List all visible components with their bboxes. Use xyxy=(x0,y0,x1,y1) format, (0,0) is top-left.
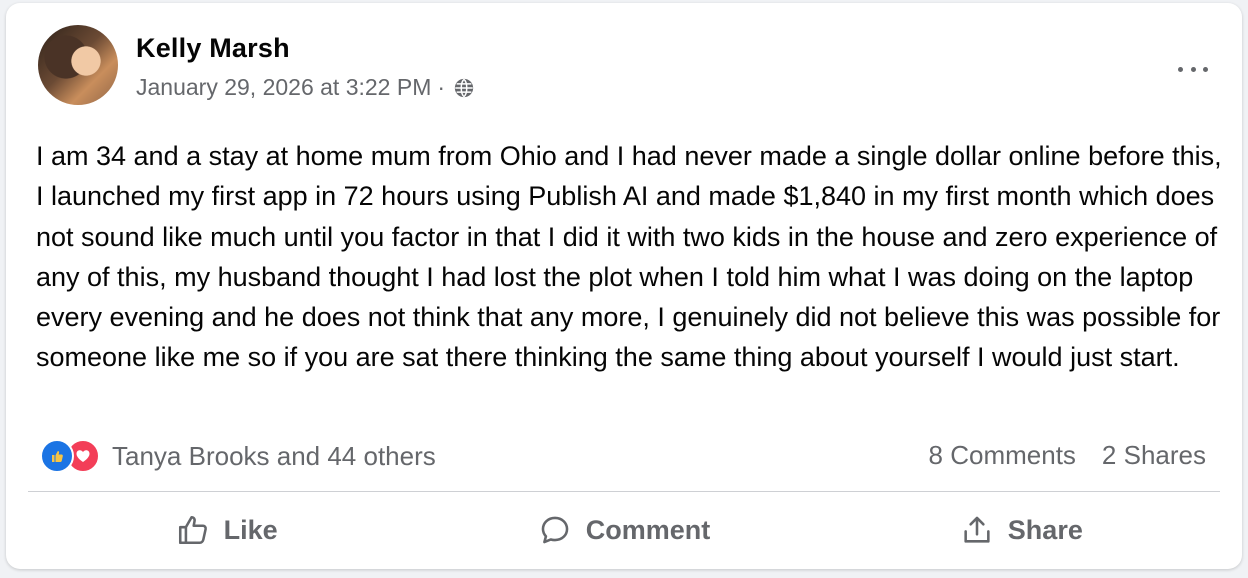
share-icon xyxy=(964,516,990,543)
comment-icon xyxy=(541,516,569,544)
reactions-text[interactable]: Tanya Brooks and 44 others xyxy=(112,441,436,472)
thumbs-up-icon xyxy=(178,515,207,545)
author-name[interactable]: Kelly Marsh xyxy=(136,33,290,64)
post-text: I am 34 and a stay at home mum from Ohio… xyxy=(36,141,1222,373)
comment-label: Comment xyxy=(585,514,711,545)
share-label: Share xyxy=(1007,514,1083,545)
like-label: Like xyxy=(223,514,278,545)
share-button[interactable]: Share xyxy=(823,495,1220,565)
like-reaction-icon xyxy=(40,439,74,473)
post-card: Kelly Marsh January 29, 2026 at 3:22 PM … xyxy=(6,3,1242,569)
divider xyxy=(28,491,1220,492)
shares-count[interactable]: 2 Shares xyxy=(1102,440,1206,471)
comments-count[interactable]: 8 Comments xyxy=(929,440,1076,471)
comment-button[interactable]: Comment xyxy=(425,495,822,565)
engagement-counts: 8 Comments 2 Shares xyxy=(929,440,1206,471)
timestamp[interactable]: January 29, 2026 at 3:22 PM xyxy=(136,74,431,101)
more-options-icon[interactable] xyxy=(1178,59,1208,79)
reactions-summary[interactable]: Tanya Brooks and 44 others xyxy=(40,439,436,473)
action-bar: Like Comment Share xyxy=(28,495,1220,565)
globe-icon[interactable] xyxy=(453,77,475,99)
meta-separator: · xyxy=(437,74,446,100)
post-meta: January 29, 2026 at 3:22 PM · xyxy=(136,74,475,101)
avatar[interactable] xyxy=(38,25,118,105)
like-button[interactable]: Like xyxy=(28,495,425,565)
